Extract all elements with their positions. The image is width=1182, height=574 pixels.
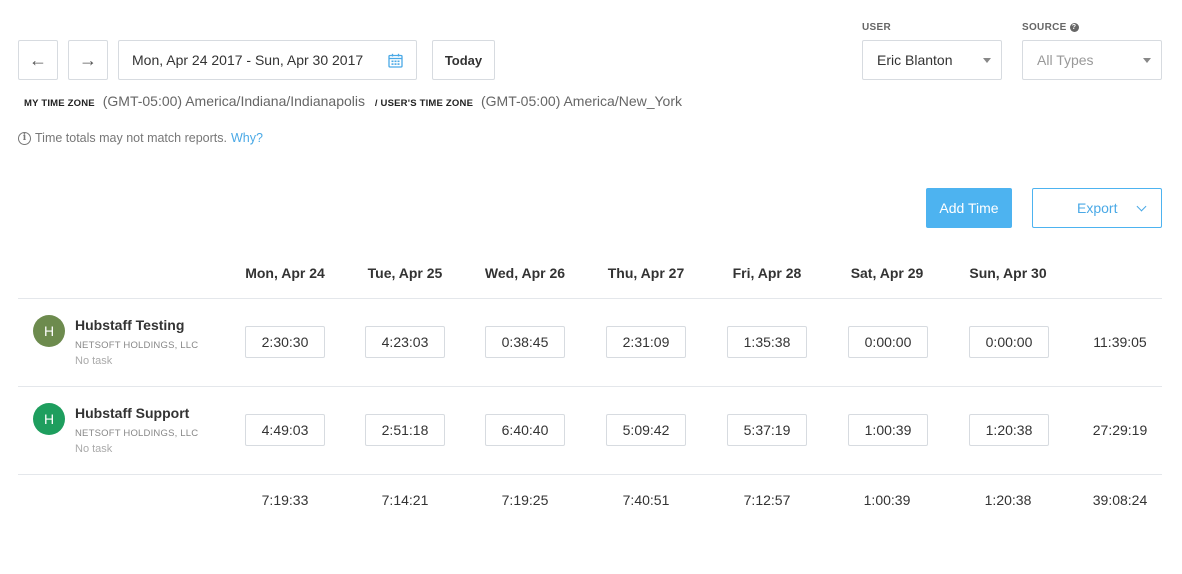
time-cell[interactable]: 2:31:09 bbox=[606, 326, 686, 358]
time-cell[interactable]: 0:00:00 bbox=[848, 326, 928, 358]
project-task: No task bbox=[75, 355, 113, 367]
today-button[interactable]: Today bbox=[432, 40, 495, 80]
my-timezone-label: MY TIME ZONE bbox=[24, 98, 95, 109]
caret-down-icon bbox=[1143, 58, 1151, 63]
day-header-wed: Wed, Apr 26 bbox=[484, 265, 566, 281]
project-organization: NETSOFT HOLDINGS, LLC bbox=[75, 340, 199, 351]
avatar: H bbox=[33, 403, 65, 435]
day-header-sun: Sun, Apr 30 bbox=[969, 265, 1047, 281]
add-time-button[interactable]: Add Time bbox=[926, 188, 1012, 228]
time-cell[interactable]: 4:49:03 bbox=[245, 414, 325, 446]
row-total: 11:39:05 bbox=[1093, 334, 1147, 350]
time-cell[interactable]: 1:00:39 bbox=[848, 414, 928, 446]
day-total: 7:12:57 bbox=[743, 492, 791, 508]
day-header-thu: Thu, Apr 27 bbox=[607, 265, 685, 281]
table-divider bbox=[18, 474, 1162, 475]
day-total: 1:20:38 bbox=[984, 492, 1032, 508]
user-select[interactable]: Eric Blanton bbox=[862, 40, 1002, 80]
arrow-right-icon: → bbox=[79, 49, 97, 70]
my-timezone-value: (GMT-05:00) America/Indiana/Indianapolis bbox=[102, 93, 365, 109]
source-select-placeholder: All Types bbox=[1037, 52, 1094, 68]
time-cell[interactable]: 6:40:40 bbox=[485, 414, 565, 446]
user-timezone-value: (GMT-05:00) America/New_York bbox=[481, 93, 682, 109]
day-header-sat: Sat, Apr 29 bbox=[850, 265, 924, 281]
info-icon: i bbox=[18, 131, 31, 145]
table-divider bbox=[18, 298, 1162, 299]
caret-down-icon bbox=[983, 58, 991, 63]
time-cell[interactable]: 5:09:42 bbox=[606, 414, 686, 446]
grand-total: 39:08:24 bbox=[1092, 492, 1148, 508]
time-cell[interactable]: 2:51:18 bbox=[365, 414, 445, 446]
user-timezone-label: / USER'S TIME ZONE bbox=[374, 98, 474, 109]
row-total: 27:29:19 bbox=[1092, 422, 1148, 438]
date-range-picker[interactable]: Mon, Apr 24 2017 - Sun, Apr 30 2017 bbox=[118, 40, 417, 80]
day-header-tue: Tue, Apr 25 bbox=[367, 265, 443, 281]
project-name: Hubstaff Testing bbox=[75, 317, 185, 333]
day-total: 7:40:51 bbox=[622, 492, 670, 508]
time-cell[interactable]: 5:37:19 bbox=[727, 414, 807, 446]
export-button[interactable]: Export bbox=[1032, 188, 1162, 228]
day-total: 7:19:33 bbox=[261, 492, 309, 508]
time-cell[interactable]: 0:38:45 bbox=[485, 326, 565, 358]
user-select-value: Eric Blanton bbox=[877, 52, 953, 68]
day-total: 7:19:25 bbox=[501, 492, 549, 508]
day-header-mon: Mon, Apr 24 bbox=[245, 265, 325, 281]
time-totals-note: i Time totals may not match reports. Why… bbox=[18, 131, 263, 145]
day-total: 1:00:39 bbox=[863, 492, 911, 508]
user-filter-label: USER bbox=[862, 22, 891, 33]
project-organization: NETSOFT HOLDINGS, LLC bbox=[75, 428, 199, 439]
calendar-icon bbox=[388, 53, 403, 68]
project-task: No task bbox=[75, 443, 113, 455]
avatar: H bbox=[33, 315, 65, 347]
day-total: 7:14:21 bbox=[381, 492, 429, 508]
day-header-fri: Fri, Apr 28 bbox=[732, 265, 802, 281]
date-range-text: Mon, Apr 24 2017 - Sun, Apr 30 2017 bbox=[132, 52, 364, 68]
table-divider bbox=[18, 386, 1162, 387]
source-select[interactable]: All Types bbox=[1022, 40, 1162, 80]
why-link[interactable]: Why? bbox=[231, 131, 263, 145]
time-cell[interactable]: 0:00:00 bbox=[969, 326, 1049, 358]
next-week-button[interactable]: → bbox=[68, 40, 108, 80]
export-label: Export bbox=[1077, 200, 1118, 216]
project-name: Hubstaff Support bbox=[75, 405, 190, 421]
previous-week-button[interactable]: ← bbox=[18, 40, 58, 80]
time-cell[interactable]: 4:23:03 bbox=[365, 326, 445, 358]
time-cell[interactable]: 1:20:38 bbox=[969, 414, 1049, 446]
source-filter-label: SOURCE ? bbox=[1022, 22, 1079, 33]
help-icon[interactable]: ? bbox=[1069, 23, 1079, 32]
note-text: Time totals may not match reports. bbox=[35, 131, 227, 145]
chevron-down-icon bbox=[1136, 201, 1147, 212]
arrow-left-icon: ← bbox=[29, 49, 47, 70]
time-cell[interactable]: 1:35:38 bbox=[727, 326, 807, 358]
time-cell[interactable]: 2:30:30 bbox=[245, 326, 325, 358]
timezone-info: MY TIME ZONE (GMT-05:00) America/Indiana… bbox=[24, 93, 682, 109]
